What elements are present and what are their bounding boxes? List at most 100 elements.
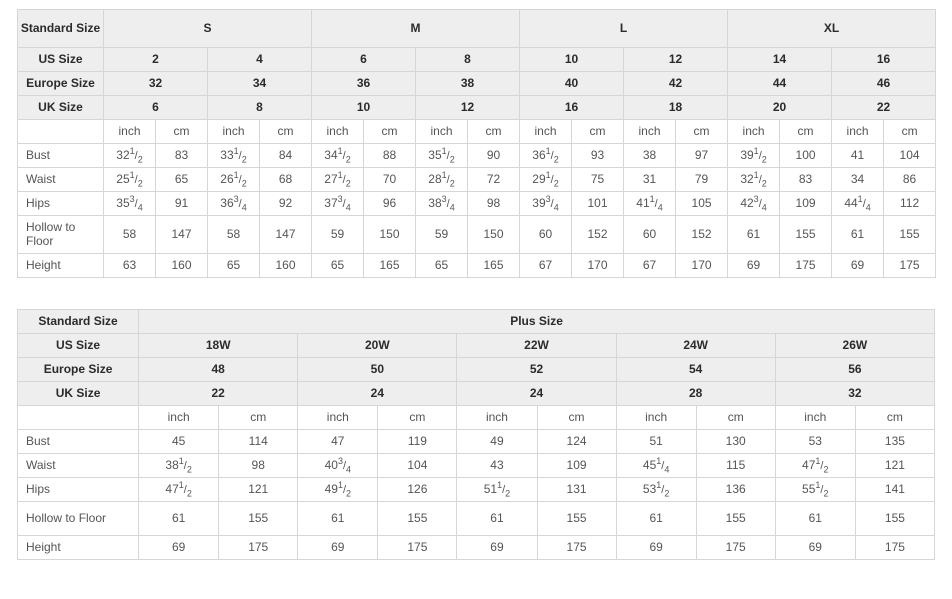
standard-corner-label: Standard Size <box>17 9 104 48</box>
measurement-inch-value: 65 <box>207 253 260 278</box>
measurement-inch-value: 67 <box>623 253 677 278</box>
plus-europe-size-row: Europe Size 48 50 52 54 56 <box>16 357 936 382</box>
measurement-cm-value: 68 <box>258 167 313 192</box>
uk-size-value: 22 <box>831 95 937 120</box>
measurement-cm-value: 83 <box>155 143 208 168</box>
measurement-inch-value: 43 <box>456 453 538 478</box>
measurement-row: Waist 381/2 98 403/4 104 43 109 451/4 115 471/2 12… <box>16 453 936 478</box>
us-size-value: 26W <box>774 333 936 358</box>
measurement-cm-value: 170 <box>675 253 729 278</box>
measurement-cm-value: 131 <box>536 477 617 502</box>
measurement-inch-value: 321/2 <box>103 143 156 168</box>
measurement-cm-value: 155 <box>377 501 458 536</box>
measurement-cm-value: 105 <box>675 191 729 216</box>
standard-us-size-row: US Size 2 4 6 8 10 12 14 16 <box>17 47 937 72</box>
measurement-cm-value: 91 <box>155 191 208 216</box>
measurement-cm-value: 114 <box>218 429 299 454</box>
measurement-inch-value: 281/2 <box>415 167 469 192</box>
europe-size-value: 34 <box>206 71 313 96</box>
measurement-inch-value: 551/2 <box>774 477 856 502</box>
us-size-value: 18W <box>138 333 299 358</box>
measurement-row: Height 63 160 65 160 65 165 65 165 67 170 67 170 69 17… <box>17 253 937 278</box>
unit-inch: inch <box>519 119 573 144</box>
measurement-cm-value: 70 <box>363 167 417 192</box>
europe-size-value: 52 <box>456 357 617 382</box>
unit-cm: cm <box>779 119 833 144</box>
measurement-cm-value: 98 <box>218 453 299 478</box>
measurement-inch-value: 69 <box>615 535 697 560</box>
plus-size-table: Standard Size Plus Size US Size 18W 20W … <box>16 309 936 560</box>
measurement-cm-value: 119 <box>377 429 458 454</box>
measurement-inch-value: 60 <box>519 215 573 254</box>
measurement-inch-value: 65 <box>311 253 365 278</box>
us-size-value: 20W <box>297 333 458 358</box>
unit-cm: cm <box>155 119 208 144</box>
measurement-inch-value: 261/2 <box>207 167 260 192</box>
uk-size-value: 8 <box>206 95 313 120</box>
measurement-cm-value: 175 <box>779 253 833 278</box>
measurement-inch-value: 69 <box>774 535 856 560</box>
standard-group-header-row: Standard Size S M L XL <box>17 9 937 48</box>
measurement-inch-value: 59 <box>415 215 469 254</box>
uk-size-value: 12 <box>415 95 521 120</box>
measurement-inch-value: 61 <box>831 215 885 254</box>
measurement-inch-value: 353/4 <box>103 191 156 216</box>
unit-cm: cm <box>883 119 937 144</box>
unit-cm: cm <box>363 119 417 144</box>
uk-size-value: 10 <box>311 95 417 120</box>
measurement-cm-value: 112 <box>883 191 937 216</box>
unit-inch: inch <box>623 119 677 144</box>
measurement-inch-value: 381/2 <box>138 453 220 478</box>
measurement-inch-value: 451/4 <box>615 453 697 478</box>
measurement-inch-value: 341/2 <box>311 143 365 168</box>
measurement-inch-value: 69 <box>138 535 220 560</box>
measurement-inch-value: 67 <box>519 253 573 278</box>
measurement-cm-value: 135 <box>854 429 936 454</box>
measurement-inch-value: 49 <box>456 429 538 454</box>
measurement-row: Height 69 175 69 175 69 175 69 175 69 175 <box>16 535 936 560</box>
europe-size-value: 54 <box>615 357 776 382</box>
europe-size-value: 50 <box>297 357 458 382</box>
us-size-label: US Size <box>17 47 104 72</box>
measurement-cm-value: 136 <box>695 477 776 502</box>
us-size-label: US Size <box>16 333 140 358</box>
unit-cm: cm <box>467 119 521 144</box>
measurement-cm-value: 175 <box>536 535 617 560</box>
plus-group-header-row: Standard Size Plus Size <box>16 309 935 334</box>
measurement-inch-value: 471/2 <box>138 477 220 502</box>
measurement-cm-value: 97 <box>675 143 729 168</box>
uk-size-label: UK Size <box>16 381 140 406</box>
measurement-cm-value: 90 <box>467 143 521 168</box>
measurement-cm-value: 160 <box>155 253 208 278</box>
measurement-cm-value: 124 <box>536 429 617 454</box>
size-chart-root: Standard Size S M L XL US Size 2 4 6 8 1… <box>0 0 952 599</box>
measurement-inch-value: 51 <box>615 429 697 454</box>
measurement-label: Waist <box>16 453 140 478</box>
measurement-cm-value: 175 <box>695 535 776 560</box>
unit-row-blank <box>17 119 104 144</box>
europe-size-label: Europe Size <box>17 71 104 96</box>
measurement-cm-value: 150 <box>363 215 417 254</box>
measurement-cm-value: 165 <box>467 253 521 278</box>
unit-inch: inch <box>103 119 156 144</box>
measurement-cm-value: 83 <box>779 167 833 192</box>
europe-size-value: 38 <box>415 71 521 96</box>
standard-uk-size-row: UK Size 6 8 10 12 16 18 20 22 <box>17 95 937 120</box>
measurement-inch-value: 60 <box>623 215 677 254</box>
measurement-inch-value: 291/2 <box>519 167 573 192</box>
measurement-inch-value: 403/4 <box>297 453 379 478</box>
uk-size-value: 20 <box>727 95 833 120</box>
measurement-cm-value: 72 <box>467 167 521 192</box>
measurement-row: Bust 45 114 47 119 49 124 51 130 53 135 <box>16 429 936 454</box>
europe-size-value: 40 <box>519 71 625 96</box>
measurement-inch-value: 34 <box>831 167 885 192</box>
measurement-row: Waist 251/2 65 261/2 68 271/2 70 281/2 72 291/2 75… <box>17 167 937 192</box>
unit-cm: cm <box>536 405 617 430</box>
measurement-cm-value: 130 <box>695 429 776 454</box>
measurement-cm-value: 175 <box>854 535 936 560</box>
measurement-cm-value: 155 <box>854 501 936 536</box>
measurement-row: Hollow to Floor 61 155 61 155 61 155 61 155 61 155 <box>16 501 936 536</box>
unit-inch: inch <box>774 405 856 430</box>
measurement-inch-value: 61 <box>297 501 379 536</box>
measurement-label: Height <box>16 535 140 560</box>
